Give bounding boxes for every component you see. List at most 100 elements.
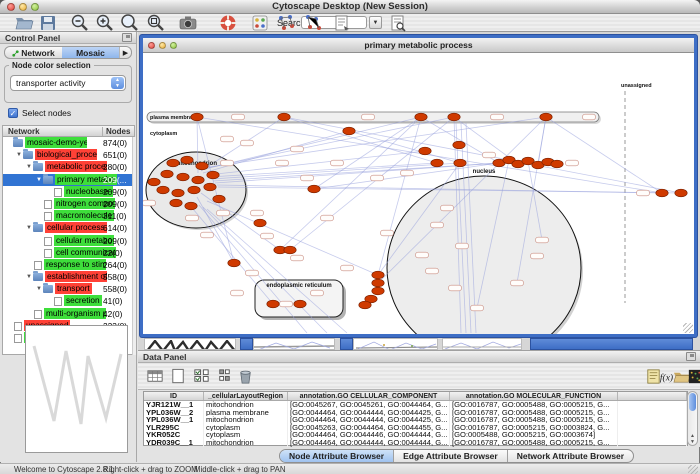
- tree-expand-icon[interactable]: ▼: [25, 222, 33, 234]
- gene-node: [143, 200, 156, 206]
- gene-node-highlighted: [181, 156, 193, 164]
- background-window[interactable]: [442, 338, 522, 350]
- background-window-edge[interactable]: [240, 338, 253, 350]
- attr-grid-icon[interactable]: [215, 367, 234, 386]
- tree-row-multi-organism-pro[interactable]: multi-organism pro42(0): [3, 308, 134, 320]
- gene-node: [186, 215, 199, 221]
- edge: [205, 117, 421, 169]
- table-row[interactable]: YJR121W__1mitochondrion[GO:0045267, GO:0…: [144, 401, 687, 409]
- tree-row-label: response to stimulu: [44, 259, 106, 270]
- tab-node-attribute-browser[interactable]: Node Attribute Browser: [280, 450, 394, 462]
- zoom-in-icon[interactable]: [95, 13, 115, 33]
- zoom-selected-icon[interactable]: [146, 13, 166, 33]
- vizmapper-icon[interactable]: [250, 13, 270, 33]
- table-row[interactable]: YDR039C__1mitochondrion[GO:0044464, GO:0…: [144, 439, 687, 447]
- tree-row-transport[interactable]: ▼transport558(0): [3, 283, 134, 295]
- tree-row-establishment-of-lo[interactable]: ▼establishment of lo558(0): [3, 271, 134, 283]
- tree-scrollbar[interactable]: [132, 137, 136, 355]
- select-attrs-icon[interactable]: [192, 367, 211, 386]
- tree-row-count: 209(0): [103, 186, 127, 198]
- table-scrollbar[interactable]: ▲▼: [687, 391, 698, 446]
- zoom-fit-icon[interactable]: [120, 13, 140, 33]
- endoplasmic-reticulum-label: endoplasmic reticulum: [266, 283, 331, 289]
- tab-mosaic[interactable]: Mosaic: [62, 47, 119, 58]
- network-canvas[interactable]: plasma membranecytoplasmmitochondrionnuc…: [143, 53, 694, 334]
- gene-node-highlighted: [196, 162, 208, 170]
- tree-expand-icon[interactable]: ▼: [15, 149, 23, 161]
- scrollbar-thumb[interactable]: [689, 393, 696, 411]
- file-icon: [34, 261, 42, 270]
- select-nodes-checkbox[interactable]: ✓: [8, 108, 18, 118]
- tree-row-mosaic-demo-yeast[interactable]: mosaic-demo-yeast874(0): [3, 137, 134, 149]
- gene-node: [381, 230, 394, 236]
- gene-node-highlighted: [185, 202, 197, 210]
- search-dropdown-button[interactable]: ▼: [369, 16, 382, 29]
- table-cell: YDR039C__1: [144, 439, 204, 447]
- tree-row-label: multi-organism pro: [44, 308, 106, 319]
- tree-row-count: 42(0): [103, 308, 122, 320]
- tab-network[interactable]: Network: [5, 47, 62, 58]
- gene-node: [511, 280, 524, 286]
- layout-b-icon[interactable]: [304, 13, 324, 33]
- attribute-table-body: YJR121W__1mitochondrion[GO:0045267, GO:0…: [144, 401, 687, 447]
- table-row[interactable]: YKR052Ccytoplasm[GO:0044464, GO:0044446,…: [144, 431, 687, 439]
- tree-row-nitrogen-compo[interactable]: nitrogen compo209(0): [3, 198, 134, 210]
- tree-row-nucleobase-[interactable]: nucleobase-209(0): [3, 186, 134, 198]
- tree-row-response-to-stimulu[interactable]: response to stimulu264(0): [3, 259, 134, 271]
- attr-table-icon[interactable]: [146, 367, 165, 386]
- tree-row-primary-metabo[interactable]: ▼primary metabo209(...: [3, 174, 134, 186]
- background-window-edge[interactable]: [340, 338, 353, 350]
- tab-network-attribute-browser[interactable]: Network Attribute Browser: [508, 450, 633, 462]
- edge: [207, 151, 425, 175]
- tree-header: Network Nodes: [2, 125, 135, 137]
- tree-row-count: 22(0): [103, 247, 122, 259]
- new-attr-icon[interactable]: [169, 367, 188, 386]
- tree-expand-icon[interactable]: ▼: [25, 271, 33, 283]
- tree-expand-icon[interactable]: ▼: [35, 283, 43, 295]
- file-icon: [34, 310, 42, 319]
- table-row[interactable]: YLR295Ccytoplasm[GO:0045263, GO:0044464,…: [144, 424, 687, 432]
- tree-expand-icon[interactable]: ▼: [25, 161, 33, 173]
- gene-node: [201, 232, 214, 238]
- background-window[interactable]: [353, 338, 438, 350]
- tree-expand-icon[interactable]: ▼: [35, 174, 43, 186]
- layout-a-icon[interactable]: [276, 13, 296, 33]
- window-resize-grip[interactable]: [688, 465, 698, 474]
- zoom-out-icon[interactable]: [70, 13, 90, 33]
- matrix-icon[interactable]: [686, 367, 700, 386]
- tree-row-macromolecule[interactable]: macromolecule311(0): [3, 210, 134, 222]
- help-ring-icon[interactable]: [218, 13, 238, 33]
- float-panel-icon[interactable]: [122, 33, 132, 42]
- frame-resize-grip[interactable]: [683, 323, 693, 333]
- data-panel-header: Data Panel: [138, 351, 700, 363]
- tree-row-secretion[interactable]: secretion41(0): [3, 295, 134, 307]
- delete-attr-icon[interactable]: [236, 367, 255, 386]
- control-panel-tabs: Network Mosaic ▶: [4, 46, 132, 59]
- birdseye-view[interactable]: [25, 325, 128, 453]
- background-window-edge[interactable]: [530, 338, 693, 350]
- gene-node: [221, 136, 234, 142]
- float-panel-icon[interactable]: [686, 352, 696, 361]
- more-tabs-icon[interactable]: ▶: [119, 47, 131, 58]
- tree-row-cellular-metabo[interactable]: cellular metabo209(0): [3, 235, 134, 247]
- tree-row-biological-process[interactable]: ▼biological_process651(0): [3, 149, 134, 161]
- background-window[interactable]: [144, 338, 236, 350]
- background-window[interactable]: [253, 338, 335, 350]
- save-icon[interactable]: [38, 13, 58, 33]
- attribute-table-header[interactable]: ID _cellularLayoutRegion annotation.GO C…: [144, 392, 687, 401]
- tree-row-cellular-process[interactable]: ▼cellular process614(0): [3, 222, 134, 234]
- open-folder-icon[interactable]: [14, 13, 34, 33]
- table-row[interactable]: YPL036W__2plasma membrane[GO:0044464, GO…: [144, 409, 687, 417]
- tab-edge-attribute-browser[interactable]: Edge Attribute Browser: [394, 450, 508, 462]
- snapshot-icon[interactable]: [178, 13, 198, 33]
- tree-row-cell-communicat[interactable]: cell communicat22(0): [3, 247, 134, 259]
- folder-icon: [33, 273, 43, 281]
- scrollbar-arrows[interactable]: ▲▼: [688, 433, 697, 445]
- network-view-titlebar[interactable]: primary metabolic process: [143, 38, 694, 53]
- tree-row-metabolic-process[interactable]: ▼metabolic process280(0): [3, 161, 134, 173]
- annotation-icon[interactable]: [332, 13, 352, 33]
- node-color-dropdown[interactable]: transporter activity ▲▼: [10, 75, 126, 91]
- table-row[interactable]: YPL036W__1mitochondrion[GO:0044464, GO:0…: [144, 416, 687, 424]
- gene-node-highlighted: [157, 186, 169, 194]
- index-search-icon[interactable]: [388, 13, 408, 33]
